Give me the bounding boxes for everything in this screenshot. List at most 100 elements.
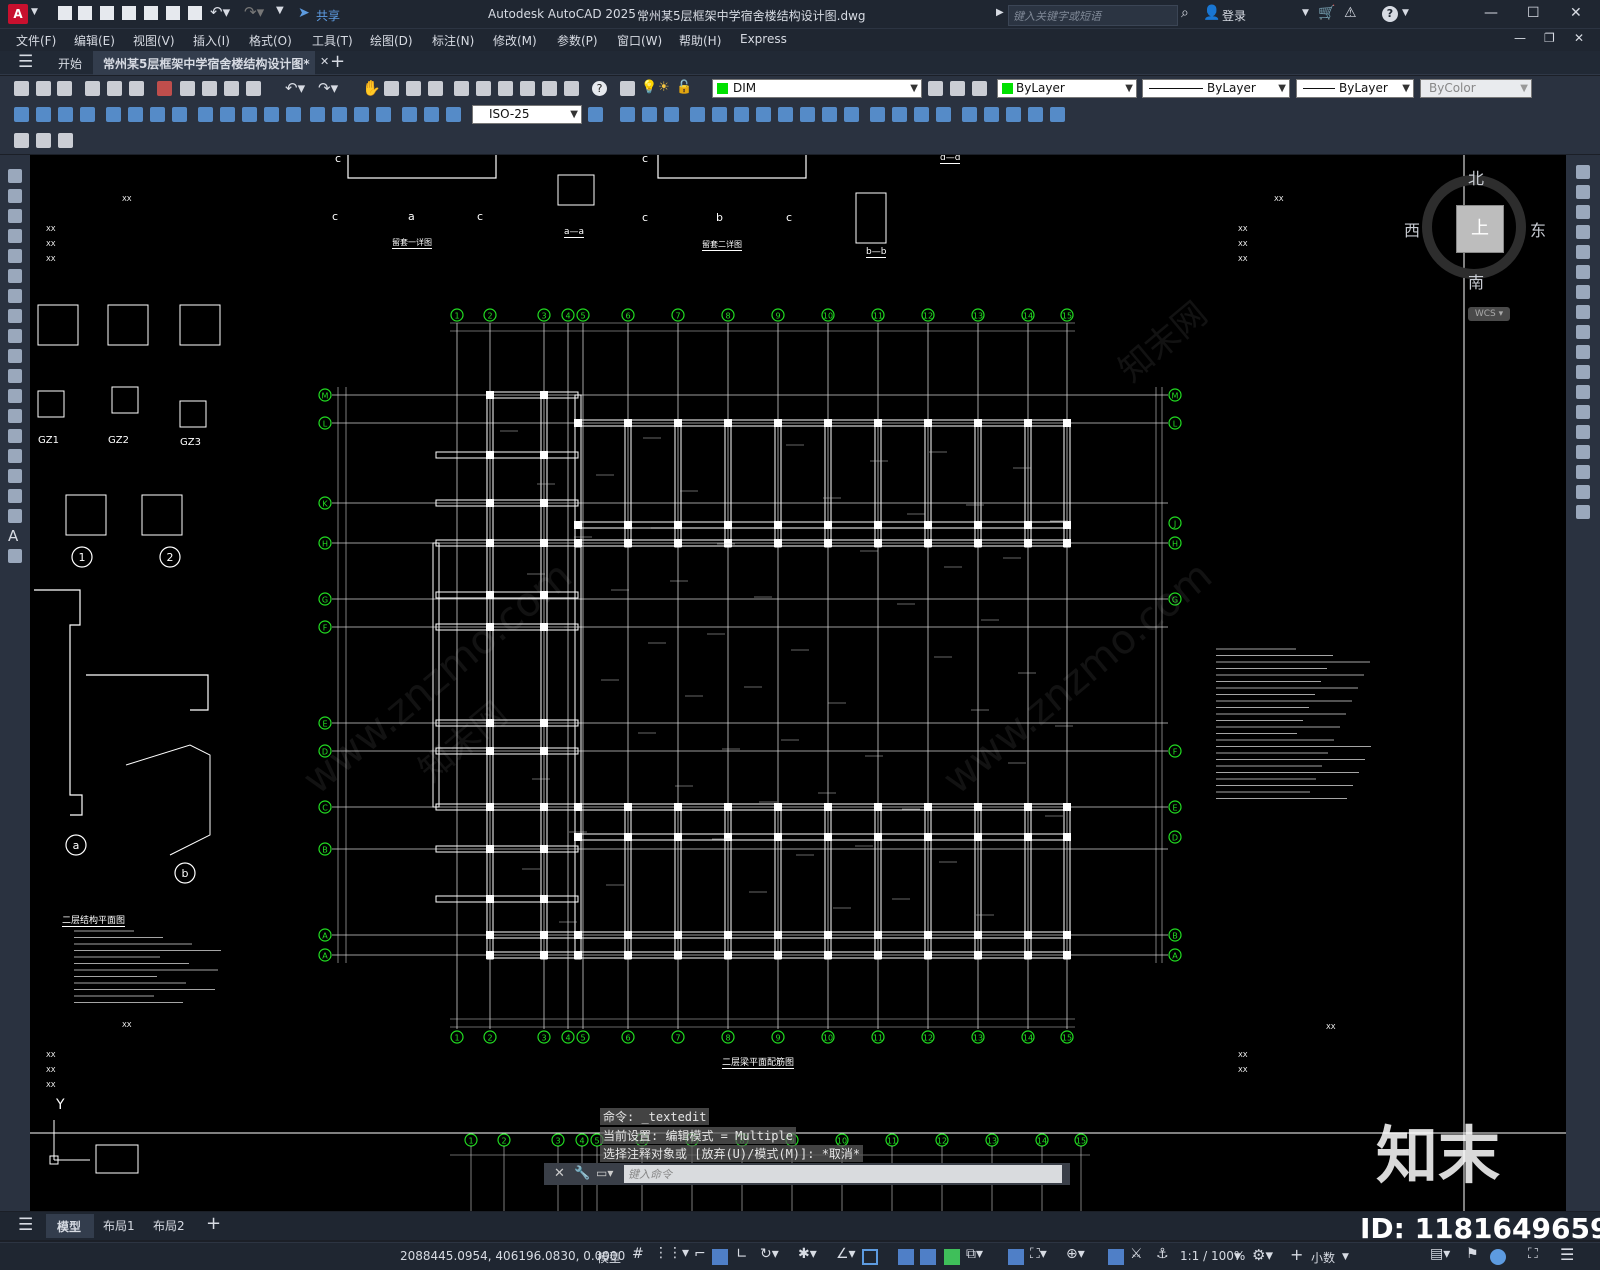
command-close-icon[interactable]: ✕: [554, 1166, 565, 1181]
design-center-icon[interactable]: [476, 81, 491, 96]
units-dropdown[interactable]: 小数: [1311, 1249, 1335, 1266]
viewcube-top-face[interactable]: 上: [1456, 205, 1504, 253]
search-input[interactable]: 键入关键字或短语: [1008, 5, 1178, 26]
infer-constraints-icon[interactable]: ⌐: [694, 1246, 706, 1262]
zoom-window-icon[interactable]: [406, 81, 421, 96]
tab-start[interactable]: 开始: [58, 55, 82, 72]
view-3d-8-icon[interactable]: [778, 107, 793, 122]
ucs-2-icon[interactable]: [984, 107, 999, 122]
tab-close-icon[interactable]: ✕: [320, 55, 329, 68]
doc-close-icon[interactable]: ✕: [1574, 31, 1584, 45]
clean-screen-icon[interactable]: ⛶: [1528, 1246, 1538, 1262]
dynamic-ucs-icon[interactable]: ⧉▾: [966, 1246, 983, 1262]
mtext-icon[interactable]: A: [8, 527, 18, 545]
annotation-monitor-icon[interactable]: ⚓: [1156, 1246, 1169, 1262]
open-file-icon[interactable]: [78, 6, 92, 20]
layer-on-icon[interactable]: 💡: [641, 80, 657, 95]
command-input[interactable]: 键入命令: [624, 1165, 1062, 1183]
snap-icon[interactable]: ⋮⋮▾: [654, 1245, 689, 1261]
scale-chevron-icon[interactable]: ▼: [1234, 1252, 1241, 1262]
hamburger-menu-icon[interactable]: ☰: [18, 52, 33, 72]
insert-block-icon[interactable]: [8, 389, 22, 403]
login-chevron-icon[interactable]: ▼: [1302, 8, 1309, 18]
radius-dim-icon[interactable]: [106, 107, 121, 122]
inspection-icon[interactable]: [354, 107, 369, 122]
wcs-menu-button[interactable]: WCS ▾: [1468, 307, 1510, 321]
redo-icon[interactable]: ↷▾: [244, 3, 264, 21]
line-tool-icon[interactable]: [8, 169, 22, 183]
compass-north[interactable]: 北: [1468, 165, 1484, 189]
doc-restore-icon[interactable]: ❐: [1544, 31, 1555, 45]
menu-help[interactable]: 帮助(H): [679, 32, 721, 49]
ucs-5-icon[interactable]: [1050, 107, 1065, 122]
array-icon[interactable]: [1576, 245, 1590, 259]
tab-layout2[interactable]: 布局2: [153, 1217, 185, 1234]
baseline-dim-icon[interactable]: [220, 107, 235, 122]
osnap-3d-icon[interactable]: [862, 1249, 878, 1265]
view-3d-2-icon[interactable]: [642, 107, 657, 122]
linear-dim-icon[interactable]: [14, 107, 29, 122]
menu-draw[interactable]: 绘图(D): [370, 32, 413, 49]
isolate-objects-icon[interactable]: [1490, 1249, 1506, 1265]
minimize-icon[interactable]: —: [1484, 5, 1498, 21]
tool-palettes-icon[interactable]: [498, 81, 513, 96]
ellipse-arc-icon[interactable]: [8, 369, 22, 383]
scale-icon[interactable]: [1576, 305, 1590, 319]
help-toolbar-icon[interactable]: ?: [592, 81, 607, 96]
layer-states-icon[interactable]: [972, 81, 987, 96]
new-tab-button[interactable]: +: [330, 51, 345, 72]
command-customize-icon[interactable]: 🔧: [574, 1166, 590, 1181]
annotation-autoscale-icon[interactable]: ⚔: [1130, 1246, 1143, 1262]
move-icon[interactable]: [1576, 265, 1590, 279]
autodesk-account-icon[interactable]: ⚠: [1344, 5, 1357, 21]
help-chevron-icon[interactable]: ▼: [1402, 8, 1409, 18]
construction-line-icon[interactable]: [8, 189, 22, 203]
visual-style-3-icon[interactable]: [914, 107, 929, 122]
zoom-realtime-icon[interactable]: [384, 81, 399, 96]
sheet-set-icon[interactable]: [520, 81, 535, 96]
open-icon[interactable]: [36, 81, 51, 96]
menu-window[interactable]: 窗口(W): [617, 32, 662, 49]
copy-icon[interactable]: [180, 81, 195, 96]
pan-icon[interactable]: ✋: [362, 79, 381, 97]
menu-tools[interactable]: 工具(T): [312, 32, 353, 49]
layer-dropdown[interactable]: DIM ▼: [712, 79, 922, 98]
ucs-3-icon[interactable]: [1006, 107, 1021, 122]
settings-gear-icon[interactable]: ⚙▾: [1252, 1246, 1273, 1264]
explode-icon[interactable]: [1576, 505, 1590, 519]
layer-lock-icon[interactable]: 🔓: [676, 80, 692, 95]
dimstyle-dropdown[interactable]: ISO-25 ▼: [472, 105, 582, 124]
hatch-icon[interactable]: [8, 449, 22, 463]
table-icon[interactable]: [8, 509, 22, 523]
compass-south[interactable]: 南: [1468, 269, 1484, 293]
offset-icon[interactable]: [1576, 225, 1590, 239]
tab-active-document[interactable]: 常州某5层框架中学宿舍楼结构设计图*: [93, 51, 315, 75]
lineweight-display-icon[interactable]: [898, 1249, 914, 1265]
quick-dim-icon[interactable]: [198, 107, 213, 122]
object-snap-icon[interactable]: ∠▾: [836, 1246, 856, 1262]
aligned-dim-icon[interactable]: [36, 107, 51, 122]
save-toolbar-icon[interactable]: [57, 81, 72, 96]
annotation-scale-icon[interactable]: [1108, 1249, 1124, 1265]
cut-icon[interactable]: [157, 81, 172, 96]
polygon-icon[interactable]: [8, 229, 22, 243]
selection-cycling-icon[interactable]: [944, 1249, 960, 1265]
properties-icon[interactable]: [454, 81, 469, 96]
calculator-icon[interactable]: [564, 81, 579, 96]
view-3d-1-icon[interactable]: [620, 107, 635, 122]
save-as-icon[interactable]: [122, 6, 136, 20]
menu-insert[interactable]: 插入(I): [193, 32, 230, 49]
center-mark-icon[interactable]: [332, 107, 347, 122]
tab-layout1[interactable]: 布局1: [103, 1217, 135, 1234]
rotate-icon[interactable]: [1576, 285, 1590, 299]
polar-icon[interactable]: ∟: [736, 1246, 748, 1262]
erase-icon[interactable]: [1576, 165, 1590, 179]
visual-style-4-icon[interactable]: [936, 107, 951, 122]
layer-thaw-icon[interactable]: ☀: [658, 80, 670, 95]
model-space-button[interactable]: 模型: [597, 1249, 621, 1266]
gradient-icon[interactable]: [8, 469, 22, 483]
blend-icon[interactable]: [1576, 485, 1590, 499]
search-icon[interactable]: ⌕: [1181, 5, 1189, 21]
publish-icon[interactable]: [144, 6, 158, 20]
units-chevron-icon[interactable]: ▼: [1342, 1252, 1349, 1262]
